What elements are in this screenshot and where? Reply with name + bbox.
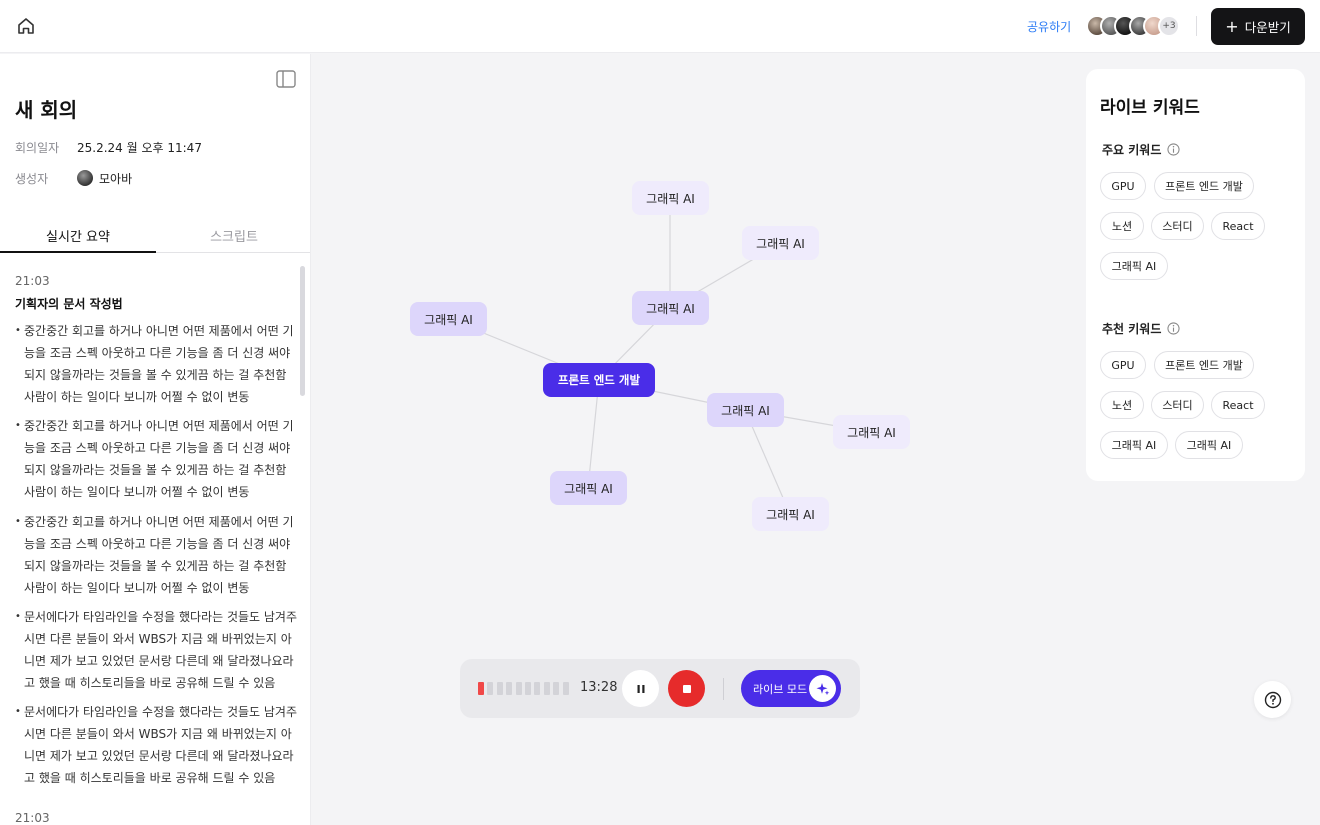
help-button[interactable]: [1254, 681, 1291, 718]
creator-name: 모아바: [99, 172, 133, 186]
audio-level-bar: [478, 682, 484, 695]
sparkle-icon: [809, 675, 836, 702]
summary-bullet: 중간중간 회고를 하거나 아니면 어떤 제품에서 어떤 기능을 조금 스펙 아웃…: [15, 511, 300, 599]
keyword-chip[interactable]: 그래픽 AI: [1175, 431, 1243, 459]
summary-bullet: 중간중간 회고를 하거나 아니면 어떤 제품에서 어떤 기능을 조금 스펙 아웃…: [15, 320, 300, 408]
sidebar-toggle-icon[interactable]: [276, 70, 296, 88]
recommended-keywords-label: 추천 키워드: [1102, 320, 1180, 337]
keyword-chip[interactable]: 그래픽 AI: [1100, 431, 1168, 459]
summary-bullet: 문서에다가 타임라인을 수정을 했다라는 것들도 남겨주시면 다른 분들이 와서…: [15, 606, 300, 694]
pause-button[interactable]: [622, 670, 659, 707]
participant-avatars[interactable]: +3: [1086, 15, 1186, 37]
audio-level-bar: [525, 682, 531, 695]
audio-level-bar: [543, 682, 550, 695]
recorder-bar: 13:28 라이브 모드: [460, 659, 860, 718]
audio-level-bar: [487, 682, 494, 695]
stop-icon: [682, 684, 691, 693]
info-icon[interactable]: [1167, 322, 1180, 335]
audio-level-bar: [506, 682, 513, 695]
audio-level-bar: [562, 682, 569, 695]
recommended-keywords-label-text: 추천 키워드: [1102, 322, 1162, 336]
summary-tabs: 실시간 요약 스크립트: [0, 226, 310, 253]
mindmap-node[interactable]: 그래픽 AI: [410, 302, 487, 336]
info-icon[interactable]: [1167, 143, 1180, 156]
home-icon[interactable]: [14, 14, 38, 38]
plus-icon: +: [1225, 16, 1239, 36]
pause-icon: [637, 684, 644, 693]
keyword-chip[interactable]: GPU: [1100, 351, 1146, 379]
mindmap-node[interactable]: 그래픽 AI: [632, 181, 709, 215]
divider: [1196, 16, 1197, 36]
tab-live-summary[interactable]: 실시간 요약: [0, 226, 156, 253]
mindmap-node[interactable]: 그래픽 AI: [742, 226, 819, 260]
main-keywords-label: 주요 키워드: [1102, 141, 1180, 158]
live-mode-button[interactable]: 라이브 모드: [741, 670, 841, 707]
keyword-chip[interactable]: React: [1211, 212, 1265, 240]
download-button[interactable]: + 다운받기: [1211, 8, 1305, 45]
avatar: [77, 170, 93, 186]
mindmap-node[interactable]: 그래픽 AI: [833, 415, 910, 449]
meeting-sidebar: 새 회의 회의일자 25.2.24 월 오후 11:47 생성자 모아바 실시간…: [0, 54, 311, 825]
keyword-chip[interactable]: 스터디: [1151, 391, 1204, 419]
keyword-chip[interactable]: 프론트 엔드 개발: [1154, 172, 1254, 200]
keyword-chip[interactable]: 노션: [1100, 391, 1144, 419]
audio-level-bar: [515, 682, 522, 695]
keyword-chip[interactable]: 스터디: [1151, 212, 1204, 240]
keyword-chip[interactable]: 노션: [1100, 212, 1144, 240]
creator-label: 생성자: [15, 172, 49, 186]
help-icon: [1264, 691, 1281, 708]
date-label: 회의일자: [15, 141, 60, 155]
keyword-chip[interactable]: React: [1211, 391, 1265, 419]
live-mode-label: 라이브 모드: [753, 683, 808, 696]
tab-script[interactable]: 스크립트: [156, 226, 310, 253]
keyword-chip[interactable]: 그래픽 AI: [1100, 252, 1168, 280]
audio-level-meter: [478, 682, 573, 695]
avatar-more-count[interactable]: +3: [1158, 15, 1180, 37]
download-label: 다운받기: [1244, 20, 1291, 35]
mindmap-node[interactable]: 그래픽 AI: [707, 393, 784, 427]
live-keywords-panel: 라이브 키워드 주요 키워드 GPU 프론트 엔드 개발 노션 스터디 Reac…: [1086, 69, 1305, 481]
meeting-title: 새 회의: [15, 98, 78, 122]
scrollbar[interactable]: [300, 266, 305, 396]
summary-heading: 기획자의 문서 작성법: [15, 297, 123, 311]
summary-bullet: 중간중간 회고를 하거나 아니면 어떤 제품에서 어떤 기능을 조금 스펙 아웃…: [15, 415, 300, 503]
audio-level-bar: [534, 682, 541, 695]
main-keywords-label-text: 주요 키워드: [1102, 143, 1162, 157]
summary-bullet: 문서에다가 타임라인을 수정을 했다라는 것들도 남겨주시면 다른 분들이 와서…: [15, 701, 300, 789]
keyword-chip[interactable]: 프론트 엔드 개발: [1154, 351, 1254, 379]
stop-button[interactable]: [668, 670, 705, 707]
audio-level-bar: [553, 682, 560, 695]
mindmap-node[interactable]: 그래픽 AI: [550, 471, 627, 505]
divider: [723, 678, 724, 700]
keywords-title: 라이브 키워드: [1100, 98, 1200, 118]
audio-level-bar: [496, 682, 503, 695]
recording-time: 13:28: [580, 680, 618, 695]
keyword-chip[interactable]: GPU: [1100, 172, 1146, 200]
top-bar: 공유하기 +3 + 다운받기: [0, 0, 1320, 53]
mindmap-node[interactable]: 그래픽 AI: [752, 497, 829, 531]
summary-time: 21:03: [15, 274, 50, 288]
mindmap-node[interactable]: 그래픽 AI: [632, 291, 709, 325]
date-value: 25.2.24 월 오후 11:47: [77, 141, 202, 155]
mindmap-center-node[interactable]: 프론트 엔드 개발: [543, 363, 655, 397]
share-link[interactable]: 공유하기: [1027, 18, 1071, 35]
summary-time: 21:03: [15, 811, 50, 825]
